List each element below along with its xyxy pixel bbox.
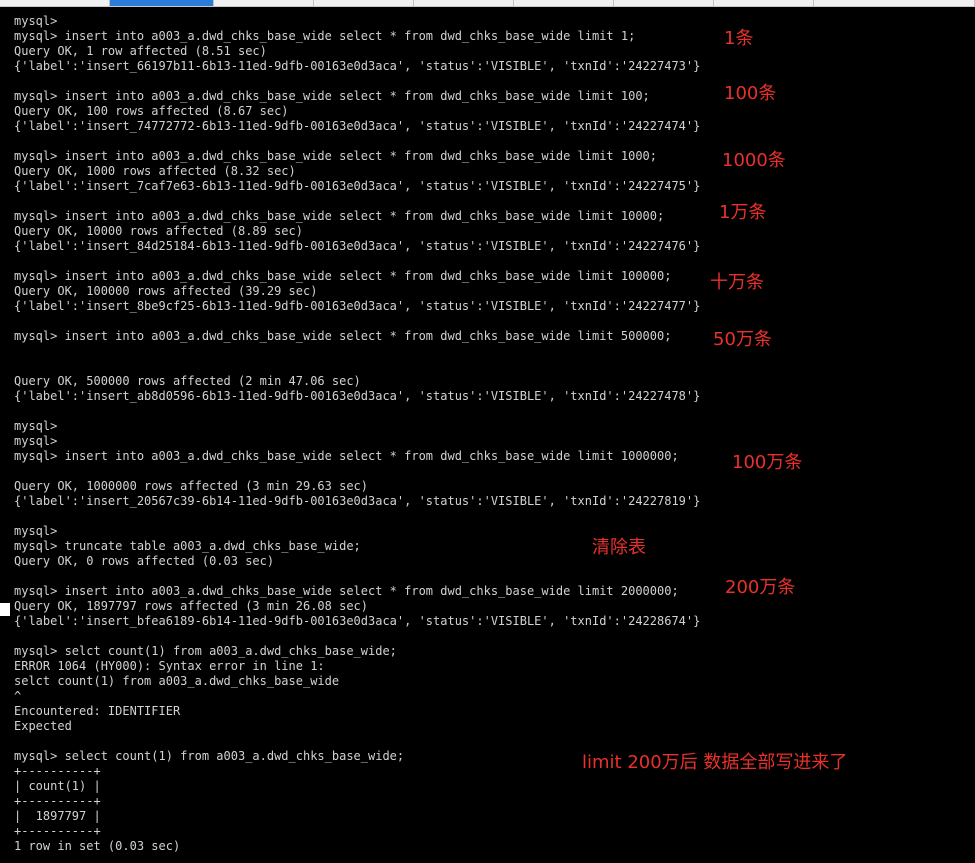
annotation-truncate: 清除表: [592, 537, 646, 558]
terminal-line: {'label':'insert_bfea6189-6b14-11ed-9dfb…: [14, 614, 701, 628]
terminal-line: mysql> insert into a003_a.dwd_chks_base_…: [14, 29, 636, 43]
session-tab[interactable]: [214, 0, 314, 6]
session-tab[interactable]: [814, 0, 975, 6]
session-tab[interactable]: [514, 0, 614, 6]
terminal-line: mysql> insert into a003_a.dwd_chks_base_…: [14, 269, 672, 283]
terminal-line: {'label':'insert_ab8d0596-6b13-11ed-9dfb…: [14, 389, 701, 403]
terminal-line: mysql>: [14, 434, 58, 448]
terminal-line: mysql> insert into a003_a.dwd_chks_base_…: [14, 149, 657, 163]
session-tab[interactable]: [314, 0, 414, 6]
session-tab[interactable]: [614, 0, 714, 6]
terminal-line: | 1897797 |: [14, 809, 101, 823]
annotation-2m-rows: 200万条: [725, 577, 796, 598]
annotation-500k-rows: 50万条: [713, 329, 772, 350]
terminal-line: {'label':'insert_66197b11-6b13-11ed-9dfb…: [14, 59, 701, 73]
terminal-line: 1 row in set (0.03 sec): [14, 839, 181, 853]
terminal-line: ERROR 1064 (HY000): Syntax error in line…: [14, 659, 325, 673]
terminal-line: +----------+: [14, 794, 101, 808]
annotation-1m-rows: 100万条: [732, 452, 803, 473]
terminal-line: Query OK, 10000 rows affected (8.89 sec): [14, 224, 303, 238]
terminal-line: Query OK, 1000 rows affected (8.32 sec): [14, 164, 296, 178]
annotation-conclusion: limit 200万后 数据全部写进来了: [582, 752, 848, 773]
terminal-line: mysql> insert into a003_a.dwd_chks_base_…: [14, 209, 665, 223]
annotation-1-row: 1条: [724, 28, 754, 49]
annotation-100-rows: 100条: [724, 83, 777, 104]
terminal-line: mysql>: [14, 14, 58, 28]
terminal-line: mysql> insert into a003_a.dwd_chks_base_…: [14, 584, 679, 598]
terminal-line: Query OK, 1000000 rows affected (3 min 2…: [14, 479, 369, 493]
terminal-line: Expected: [14, 719, 72, 733]
terminal-line: Query OK, 0 rows affected (0.03 sec): [14, 554, 275, 568]
terminal-line: Query OK, 100 rows affected (8.67 sec): [14, 104, 289, 118]
terminal-line: Query OK, 500000 rows affected (2 min 47…: [14, 374, 361, 388]
terminal-line: Query OK, 100000 rows affected (39.29 se…: [14, 284, 318, 298]
terminal-line: Query OK, 1897797 rows affected (3 min 2…: [14, 599, 369, 613]
terminal-line: | count(1) |: [14, 779, 101, 793]
terminal-line: {'label':'insert_74772772-6b13-11ed-9dfb…: [14, 119, 701, 133]
terminal-line: Encountered: IDENTIFIER: [14, 704, 181, 718]
window-edge: [0, 603, 10, 616]
session-tab[interactable]: [414, 0, 514, 6]
terminal-line: {'label':'insert_7caf7e63-6b13-11ed-9dfb…: [14, 179, 701, 193]
session-tab[interactable]: [714, 0, 814, 6]
session-tab-active[interactable]: [110, 0, 214, 6]
terminal-line: +----------+: [14, 824, 101, 838]
terminal-line: mysql>: [14, 524, 58, 538]
terminal-line: mysql> insert into a003_a.dwd_chks_base_…: [14, 329, 672, 343]
terminal-line: mysql>: [14, 419, 58, 433]
annotation-10k-rows: 1万条: [719, 202, 767, 223]
terminal-line: mysql> selct count(1) from a003_a.dwd_ch…: [14, 644, 397, 658]
terminal-line: Query OK, 1 row affected (8.51 sec): [14, 44, 267, 58]
terminal-line: {'label':'insert_84d25184-6b13-11ed-9dfb…: [14, 239, 701, 253]
terminal-line: {'label':'insert_8be9cf25-6b13-11ed-9dfb…: [14, 299, 701, 313]
terminal-line: mysql> insert into a003_a.dwd_chks_base_…: [14, 449, 679, 463]
terminal-output[interactable]: mysql> mysql> insert into a003_a.dwd_chk…: [14, 14, 969, 854]
terminal-line: mysql> truncate table a003_a.dwd_chks_ba…: [14, 539, 361, 553]
annotation-1000-rows: 1000条: [722, 150, 786, 171]
session-tab[interactable]: [0, 0, 110, 6]
annotation-100k-rows: 十万条: [710, 272, 764, 293]
terminal-line: selct count(1) from a003_a.dwd_chks_base…: [14, 674, 340, 688]
session-tab-strip: [0, 0, 975, 7]
terminal-line: ^: [14, 689, 22, 703]
terminal-line: mysql> insert into a003_a.dwd_chks_base_…: [14, 89, 650, 103]
terminal-line: {'label':'insert_20567c39-6b14-11ed-9dfb…: [14, 494, 701, 508]
